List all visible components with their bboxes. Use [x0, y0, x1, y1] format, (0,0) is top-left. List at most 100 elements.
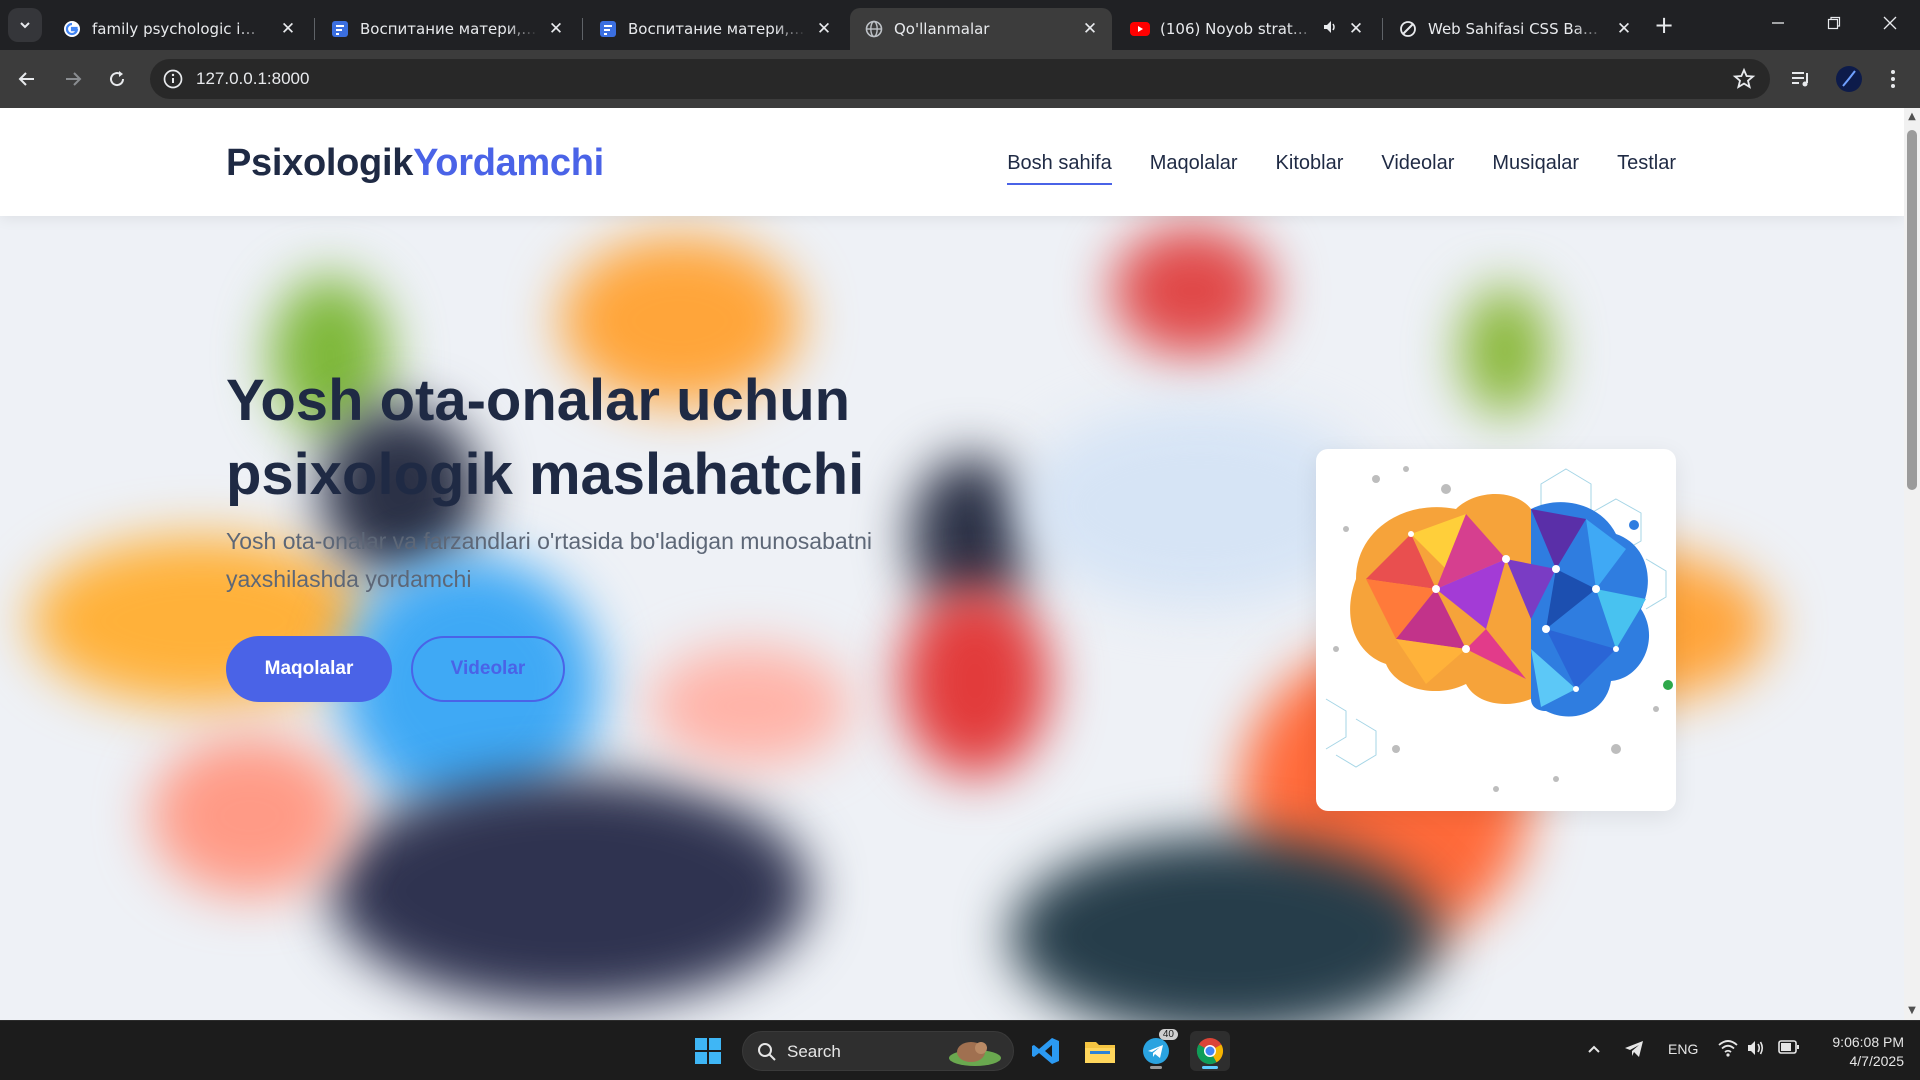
url-text[interactable]: 127.0.0.1:8000 [196, 69, 309, 89]
vscode-icon [1032, 1038, 1059, 1064]
profile-avatar[interactable] [1834, 64, 1864, 94]
back-button[interactable] [10, 62, 44, 96]
search-label: Search [787, 1042, 841, 1061]
chrome-icon [1196, 1038, 1224, 1065]
hero-section: Yosh ota-onalar uchun psixologik maslaha… [0, 216, 1904, 1020]
browser-toolbar: 127.0.0.1:8000 [0, 50, 1920, 108]
restore-icon [1827, 16, 1841, 30]
nav-kitoblar[interactable]: Kitoblar [1276, 152, 1344, 181]
videolar-button[interactable]: Videolar [411, 636, 565, 702]
logo-part-2: Yordamchi [413, 142, 604, 184]
taskbar-search[interactable]: Search [742, 1031, 1014, 1071]
avatar-icon [1836, 66, 1862, 92]
telegram-taskbar-button[interactable]: 40 [1136, 1029, 1178, 1071]
page-viewport: PsixologikYordamchi Bosh sahifa Maqolala… [0, 108, 1904, 1020]
doc-icon [598, 19, 618, 39]
tab-separator [314, 18, 315, 40]
arrow-right-icon [66, 72, 82, 86]
scroll-up-arrow-icon[interactable]: ▲ [1907, 112, 1917, 122]
show-hidden-icons-button[interactable] [1586, 1041, 1602, 1060]
close-icon [1883, 16, 1897, 30]
nav-videolar[interactable]: Videolar [1381, 152, 1454, 181]
close-icon[interactable]: ✕ [278, 19, 298, 39]
tab-strip: family psychologic images ✕ Воспитание м… [0, 0, 1920, 50]
send-icon [1625, 1041, 1643, 1057]
tab-vospitanie-2[interactable]: Воспитание матери, отца ✕ [584, 8, 846, 50]
nav-testlar[interactable]: Testlar [1617, 152, 1676, 181]
maqolalar-button[interactable]: Maqolalar [226, 636, 392, 702]
tab-web-sahifasi[interactable]: Web Sahifasi CSS Backgon ✕ [1384, 8, 1646, 50]
logo-part-1: Psixologik [226, 142, 414, 184]
tab-family-psychologic[interactable]: family psychologic images ✕ [48, 8, 310, 50]
telegram-badge: 40 [1158, 1029, 1178, 1040]
clock-time: 9:06:08 PM [1832, 1034, 1904, 1050]
media-control-button[interactable] [1786, 64, 1816, 94]
globe-icon [864, 19, 884, 39]
brain-illustration [1316, 449, 1676, 811]
tab-title: Воспитание матери, отца [628, 20, 806, 38]
tab-qollanmalar[interactable]: Qo'llanmalar ✕ [850, 8, 1112, 50]
search-highlight-icon [949, 1042, 1001, 1066]
tab-title: Web Sahifasi CSS Backgon [1428, 20, 1606, 38]
hero-title: Yosh ota-onalar uchun psixologik maslaha… [226, 368, 865, 507]
folder-icon [1085, 1042, 1115, 1063]
close-icon[interactable]: ✕ [546, 19, 566, 39]
file-explorer-taskbar-button[interactable] [1080, 1031, 1120, 1071]
tab-title: family psychologic images [92, 20, 270, 38]
tab-title: Qo'llanmalar [894, 20, 990, 38]
doc-icon [330, 19, 350, 39]
nav-maqolalar[interactable]: Maqolalar [1150, 152, 1238, 181]
tab-youtube[interactable]: (106) Noyob strategik ✕ [1116, 8, 1378, 50]
menu-button[interactable] [1878, 64, 1908, 94]
clock-date: 4/7/2025 [1849, 1053, 1905, 1069]
chrome-taskbar-button[interactable] [1190, 1031, 1230, 1071]
page-scrollbar[interactable]: ▲ ▼ [1904, 108, 1920, 1020]
chevron-down-icon [20, 22, 30, 29]
system-clock[interactable]: 9:06:08 PM 4/7/2025 [1818, 1033, 1904, 1071]
nav-musiqalar[interactable]: Musiqalar [1492, 152, 1579, 181]
speaker-icon[interactable] [1322, 19, 1338, 39]
address-bar[interactable]: 127.0.0.1:8000 [150, 59, 1770, 99]
close-icon[interactable]: ✕ [814, 19, 834, 39]
close-icon[interactable]: ✕ [1346, 19, 1366, 39]
main-nav: Bosh sahifa Maqolalar Kitoblar Videolar … [1007, 152, 1676, 185]
language-indicator[interactable]: ENG [1668, 1041, 1698, 1057]
scroll-down-arrow-icon[interactable]: ▼ [1907, 1006, 1917, 1016]
chevron-up-icon [1588, 1045, 1600, 1053]
close-window-button[interactable] [1864, 8, 1916, 42]
close-icon[interactable]: ✕ [1614, 19, 1634, 39]
tab-title: (106) Noyob strategik [1160, 20, 1316, 38]
reload-button[interactable] [100, 62, 134, 96]
star-icon[interactable] [1732, 67, 1756, 91]
close-icon[interactable]: ✕ [1080, 19, 1100, 39]
youtube-icon [1130, 19, 1150, 39]
nav-bosh-sahifa[interactable]: Bosh sahifa [1007, 152, 1112, 185]
more-vertical-icon [1891, 70, 1895, 88]
volume-icon[interactable] [1746, 1039, 1766, 1060]
site-header: PsixologikYordamchi Bosh sahifa Maqolala… [0, 108, 1904, 216]
wifi-icon[interactable] [1718, 1039, 1738, 1060]
info-icon[interactable] [162, 68, 184, 90]
start-button[interactable] [688, 1031, 728, 1071]
tab-separator [1382, 18, 1383, 40]
site-logo[interactable]: PsixologikYordamchi [226, 142, 604, 185]
scrollbar-thumb[interactable] [1907, 130, 1917, 490]
tab-vospitanie-1[interactable]: Воспитание матери, отца ✕ [316, 8, 578, 50]
new-tab-button[interactable]: + [1648, 12, 1680, 40]
tab-title: Воспитание матери, отца [360, 20, 538, 38]
minimize-icon [1772, 22, 1784, 24]
telegram-tray-icon[interactable] [1624, 1039, 1644, 1062]
reload-icon [110, 71, 125, 87]
windows-logo-icon [695, 1038, 721, 1064]
telegram-icon [1143, 1038, 1169, 1064]
edit-icon [1398, 19, 1418, 39]
tab-search-button[interactable] [8, 8, 42, 42]
minimize-button[interactable] [1752, 8, 1804, 42]
vscode-taskbar-button[interactable] [1026, 1031, 1066, 1071]
battery-icon[interactable] [1778, 1040, 1800, 1057]
google-icon [62, 19, 82, 39]
active-indicator [1202, 1066, 1218, 1069]
media-queue-icon [1792, 72, 1808, 87]
restore-button[interactable] [1808, 8, 1860, 42]
forward-button[interactable] [56, 62, 90, 96]
